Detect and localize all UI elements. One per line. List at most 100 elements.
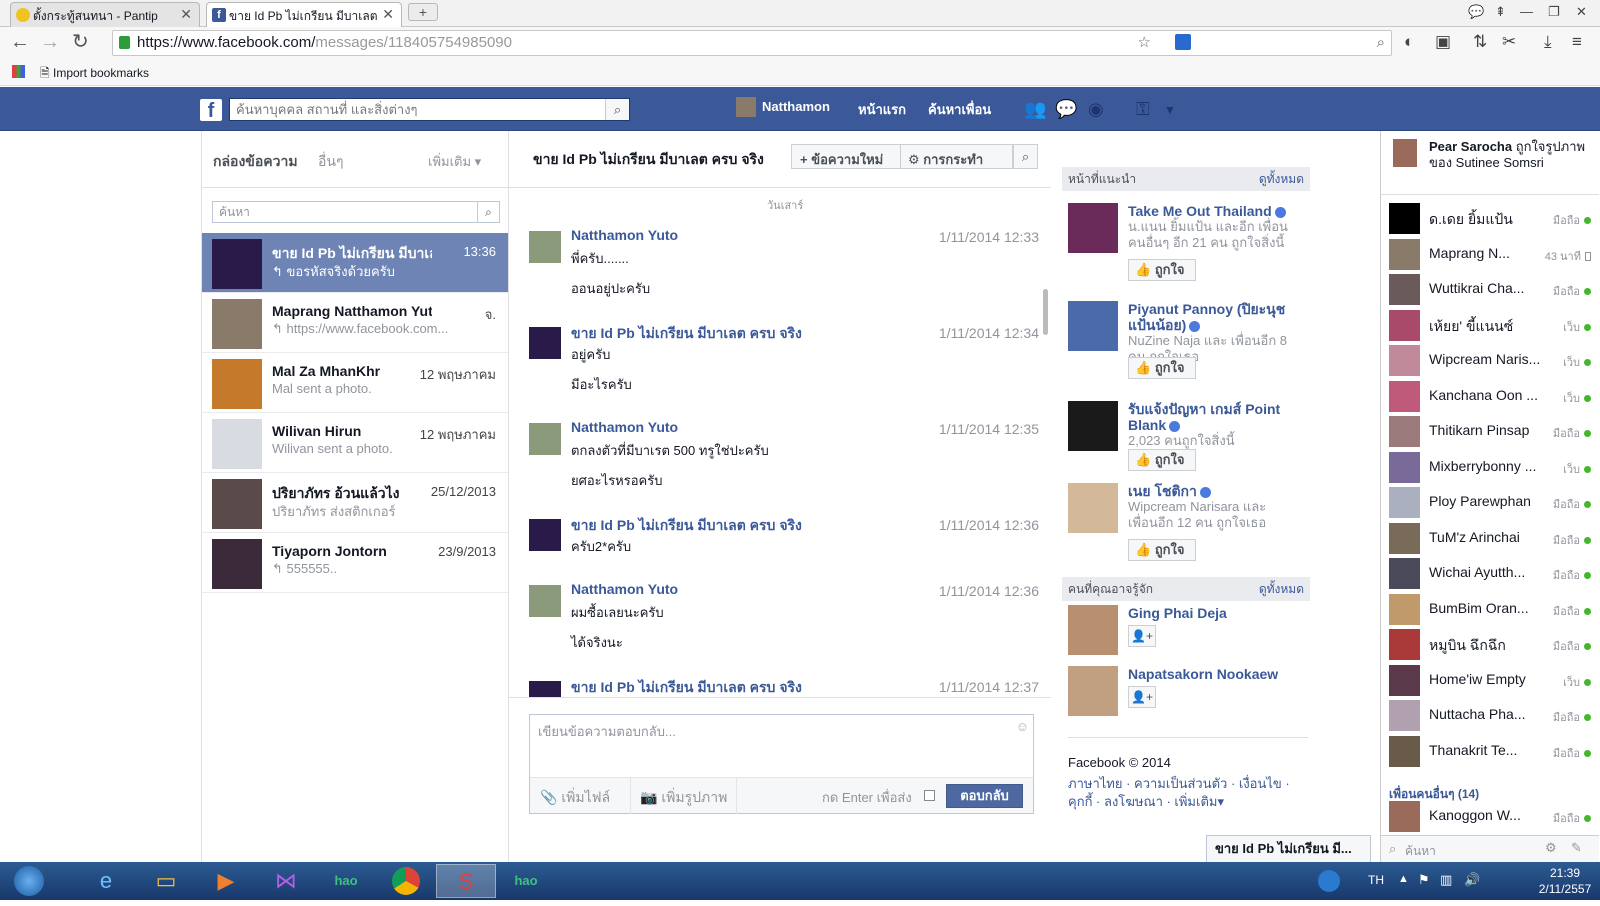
- home-link[interactable]: หน้าแรก: [858, 99, 906, 120]
- chrome-icon[interactable]: [376, 864, 436, 898]
- like-button[interactable]: 👍 ถูกใจ: [1128, 357, 1196, 379]
- sender-name[interactable]: Natthamon Yuto: [571, 419, 678, 435]
- network-icon[interactable]: ▥: [1440, 872, 1452, 888]
- chat-contact[interactable]: Home'iw Empty เว็บ: [1389, 663, 1593, 697]
- scissors-icon[interactable]: ✂: [1502, 32, 1516, 52]
- emoji-icon[interactable]: ☺: [1016, 719, 1029, 734]
- conversation-item[interactable]: Maprang Natthamon Yuto จ. ↰ https://www.fa…: [202, 293, 508, 353]
- enter-to-send-checkbox[interactable]: [924, 790, 935, 801]
- new-message-button[interactable]: + ข้อความใหม่: [800, 149, 883, 170]
- avatar[interactable]: [529, 327, 561, 359]
- sender-name[interactable]: Natthamon Yuto: [571, 581, 678, 597]
- page-name[interactable]: Take Me Out Thailand: [1128, 203, 1298, 219]
- find-friends-link[interactable]: ค้นหาเพื่อน: [928, 99, 991, 120]
- search-icon[interactable]: ⌕: [477, 202, 499, 222]
- clock-time[interactable]: 21:39: [1540, 866, 1590, 880]
- see-all-link[interactable]: ดูทั้งหมด: [1259, 167, 1304, 191]
- search-icon[interactable]: ⌕: [1377, 31, 1385, 55]
- close-tab-icon[interactable]: ✕: [382, 6, 394, 23]
- profile-link[interactable]: Natthamon: [762, 99, 830, 114]
- page-name[interactable]: รับแจ้งปัญหา เกมส์ Point Blank: [1128, 401, 1298, 433]
- back-icon[interactable]: ←: [10, 32, 30, 52]
- add-file-button[interactable]: 📎 เพิ่มไฟล์: [540, 787, 610, 809]
- avatar[interactable]: [529, 423, 561, 455]
- forward-icon[interactable]: →: [40, 32, 60, 52]
- add-photo-button[interactable]: 📷 เพิ่มรูปภาพ: [640, 787, 727, 809]
- reload-icon[interactable]: ↻: [72, 32, 89, 52]
- chat-contact[interactable]: Kanchana Oon ... เว็บ: [1389, 379, 1593, 413]
- like-button[interactable]: 👍 ถูกใจ: [1128, 539, 1196, 561]
- chat-contact[interactable]: Wuttikrai Cha... มือถือ: [1389, 272, 1593, 306]
- camera-icon[interactable]: ▣: [1435, 32, 1451, 52]
- chat-contact[interactable]: BumBim Oran... มือถือ: [1389, 592, 1593, 626]
- minimize-icon[interactable]: —: [1520, 4, 1533, 19]
- file-explorer-icon[interactable]: ▭: [136, 864, 196, 898]
- app-icon-active[interactable]: S: [436, 864, 496, 898]
- avatar[interactable]: [529, 519, 561, 551]
- menu-icon[interactable]: ≡: [1572, 32, 1582, 52]
- chat-contact[interactable]: TuM'z Arinchai มือถือ: [1389, 521, 1593, 555]
- messages-icon[interactable]: 💬: [1055, 99, 1077, 120]
- tray-expand-icon[interactable]: ▲: [1398, 873, 1409, 885]
- chat-tab[interactable]: ขาย Id Pb ไม่เกรียน มี...: [1206, 835, 1371, 862]
- app-tray-icon[interactable]: [1318, 870, 1340, 892]
- person-name[interactable]: Napatsakorn Nookaew: [1128, 666, 1278, 682]
- flag-icon[interactable]: ⚑: [1418, 872, 1430, 888]
- clock-date[interactable]: 2/11/2557: [1536, 882, 1594, 896]
- chat-contact[interactable]: หมูบิน ฉึกฉึก มือถือ: [1389, 627, 1593, 661]
- sender-name[interactable]: ขาย Id Pb ไม่เกรียน มีบาเลต ครบ จริง: [571, 515, 802, 537]
- close-window-icon[interactable]: ✕: [1576, 4, 1587, 20]
- fb-search-input[interactable]: ค้นหาบุคคล สถานที่ และสิ่งต่างๆ ⌕: [229, 98, 630, 121]
- chat-contact[interactable]: Mixberrybonny ... เว็บ: [1389, 450, 1593, 484]
- chat-contact[interactable]: ด.เดย ยิ้มแป้น มือถือ: [1389, 201, 1593, 235]
- other-folder-link[interactable]: อื่นๆ: [318, 151, 344, 173]
- gear-icon[interactable]: ⚙: [1545, 840, 1557, 856]
- settings-dropdown-icon[interactable]: ▼: [1164, 103, 1176, 117]
- chat-contact[interactable]: Nuttacha Pha... มือถือ: [1389, 698, 1593, 732]
- tab-pantip[interactable]: ตั้งกระทู้สนทนา - Pantip ✕: [10, 2, 200, 27]
- scrollbar[interactable]: [1043, 289, 1048, 335]
- sender-name[interactable]: Natthamon Yuto: [571, 227, 678, 243]
- actions-button[interactable]: ⚙ การกระทำ: [908, 149, 983, 170]
- chat-contact[interactable]: Ploy Parewphan มือถือ: [1389, 485, 1593, 519]
- apps-icon[interactable]: [12, 65, 25, 78]
- chat-contact[interactable]: Thanakrit Te... มือถือ: [1389, 734, 1593, 768]
- new-tab-button[interactable]: +: [408, 3, 438, 21]
- footer-links[interactable]: ภาษาไทย · ความเป็นส่วนตัว · เงื่อนไข · ค…: [1068, 775, 1308, 811]
- add-friend-icon[interactable]: 👤+: [1128, 686, 1156, 708]
- download-icon[interactable]: ⤓: [1544, 32, 1552, 52]
- language-indicator[interactable]: TH: [1368, 873, 1384, 887]
- sender-name[interactable]: ขาย Id Pb ไม่เกรียน มีบาเลต ครบ จริง: [571, 677, 802, 697]
- search-icon[interactable]: ⌕: [605, 99, 629, 120]
- more-dropdown[interactable]: เพิ่มเติม ▾: [428, 151, 481, 172]
- page-avatar[interactable]: [1068, 301, 1118, 351]
- compose-icon[interactable]: ✎: [1571, 840, 1582, 856]
- like-button[interactable]: 👍 ถูกใจ: [1128, 259, 1196, 281]
- internet-explorer-icon[interactable]: e: [76, 864, 136, 898]
- bookmark-import[interactable]: 🗎 Import bookmarks: [40, 64, 149, 85]
- person-name[interactable]: Ging Phai Deja: [1128, 605, 1227, 621]
- page-name[interactable]: Piyanut Pannoy (ปิยะนุช แป้นน้อย): [1128, 301, 1298, 333]
- extension-icon[interactable]: [1175, 34, 1191, 50]
- conversation-item[interactable]: Mal Za MhanKhr 12 พฤษภาคม Mal sent a photo…: [202, 353, 508, 413]
- tab-facebook[interactable]: f ขาย Id Pb ไม่เกรียน มีบาเลต ✕: [206, 2, 402, 27]
- chat-contact[interactable]: Thitikarn Pinsap มือถือ: [1389, 414, 1593, 448]
- conversation-item[interactable]: Wilivan Hirun 12 พฤษภาคม Wilivan sent a ph…: [202, 413, 508, 473]
- chat-contact[interactable]: Maprang N... 43 นาที: [1389, 237, 1593, 271]
- hao123-icon[interactable]: hao: [496, 864, 556, 898]
- media-player-icon[interactable]: ▶: [196, 864, 256, 898]
- volume-icon[interactable]: 🔊: [1464, 872, 1480, 888]
- chat-contact[interactable]: Wipcream Naris... เว็บ: [1389, 343, 1593, 377]
- star-icon[interactable]: ☆: [1138, 31, 1151, 55]
- restore-icon[interactable]: ❐: [1548, 4, 1560, 20]
- page-name[interactable]: เนย โชติกา: [1128, 483, 1298, 499]
- visual-studio-icon[interactable]: ⋈: [256, 864, 316, 898]
- arrows-icon[interactable]: ⇅: [1473, 32, 1487, 52]
- chat-icon[interactable]: 💬: [1468, 4, 1484, 20]
- close-tab-icon[interactable]: ✕: [180, 6, 192, 23]
- hao123-icon[interactable]: hao: [316, 864, 376, 898]
- avatar[interactable]: [529, 231, 561, 263]
- facebook-logo-icon[interactable]: f: [200, 99, 222, 122]
- chat-search-input[interactable]: ค้นหา: [1405, 842, 1436, 861]
- thread-search-icon[interactable]: ⌕: [1013, 144, 1038, 169]
